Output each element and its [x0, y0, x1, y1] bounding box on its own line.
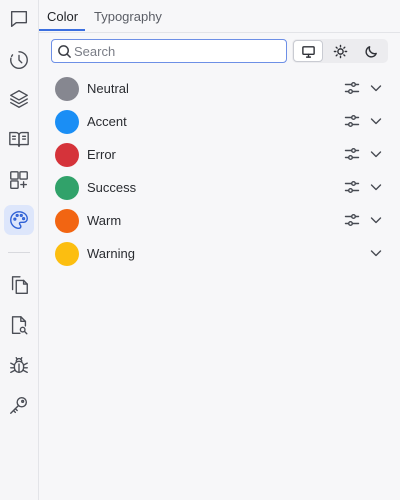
mode-dark-button[interactable] — [356, 40, 386, 62]
color-settings-button[interactable] — [344, 113, 360, 129]
color-swatch — [55, 242, 79, 266]
main-panel: Color Typography Search Neutral Accent E… — [39, 0, 400, 500]
sliders-icon — [344, 115, 360, 127]
color-row-warm[interactable]: Warm — [39, 204, 400, 237]
sidebar-item-history[interactable] — [4, 45, 34, 75]
color-row-success[interactable]: Success — [39, 171, 400, 204]
monitor-icon — [301, 45, 315, 58]
color-label: Success — [87, 180, 137, 195]
file-search-icon — [11, 316, 28, 335]
tab-color[interactable]: Color — [47, 9, 78, 25]
color-settings-button[interactable] — [344, 212, 360, 228]
color-row-neutral[interactable]: Neutral — [39, 72, 400, 105]
sidebar-item-layers[interactable] — [4, 84, 34, 114]
chevron-down-icon — [370, 118, 382, 125]
sidebar-item-file-search[interactable] — [4, 310, 34, 340]
book-icon — [9, 131, 29, 148]
add-widget-icon — [10, 171, 28, 189]
chevron-down-icon — [370, 217, 382, 224]
color-label: Warm — [87, 213, 122, 228]
color-swatch — [55, 209, 79, 233]
expand-button[interactable] — [368, 212, 384, 228]
sidebar-divider — [8, 252, 30, 253]
color-mode-toggle — [292, 39, 388, 63]
mode-light-button[interactable] — [325, 40, 355, 62]
palette-icon — [10, 211, 28, 229]
app-window: Color Typography Search Neutral Accent E… — [0, 0, 400, 500]
search-input[interactable] — [74, 41, 279, 61]
color-label: Warning — [87, 246, 135, 261]
color-settings-button[interactable] — [344, 80, 360, 96]
expand-button[interactable] — [368, 245, 384, 261]
search-field[interactable] — [51, 39, 287, 63]
sidebar-item-palette[interactable] — [4, 205, 34, 235]
chevron-down-icon — [370, 184, 382, 191]
sliders-icon — [344, 181, 360, 193]
expand-button[interactable] — [368, 113, 384, 129]
sidebar-item-chat[interactable] — [4, 4, 34, 34]
color-settings-button[interactable] — [344, 146, 360, 162]
tab-bar: Color Typography — [39, 0, 400, 33]
key-icon — [10, 396, 28, 414]
color-row-accent[interactable]: Accent — [39, 105, 400, 138]
search-icon — [58, 45, 71, 58]
color-label: Accent — [87, 114, 127, 129]
expand-button[interactable] — [368, 179, 384, 195]
chat-icon — [10, 10, 28, 28]
sidebar-item-add-widget[interactable] — [4, 165, 34, 195]
chevron-down-icon — [370, 151, 382, 158]
color-swatch — [55, 77, 79, 101]
chevron-down-icon — [370, 250, 382, 257]
layers-icon — [10, 90, 28, 108]
sliders-icon — [344, 148, 360, 160]
copy-icon — [11, 276, 28, 294]
chevron-down-icon — [370, 85, 382, 92]
color-swatch — [55, 110, 79, 134]
mode-system-button[interactable] — [293, 40, 323, 62]
sidebar-rail — [0, 0, 39, 500]
sidebar-item-debug[interactable] — [4, 350, 34, 380]
color-label: Neutral — [87, 81, 129, 96]
bug-icon — [10, 356, 28, 374]
tab-typography[interactable]: Typography — [94, 9, 162, 25]
color-row-error[interactable]: Error — [39, 138, 400, 171]
sun-icon — [333, 44, 347, 58]
active-tab-indicator — [39, 29, 85, 31]
sidebar-item-docs[interactable] — [4, 124, 34, 154]
sliders-icon — [344, 82, 360, 94]
color-swatch — [55, 176, 79, 200]
expand-button[interactable] — [368, 146, 384, 162]
sidebar-item-key[interactable] — [4, 390, 34, 420]
sidebar-item-copy[interactable] — [4, 270, 34, 300]
moon-icon — [364, 45, 377, 58]
color-row-warning[interactable]: Warning — [39, 237, 400, 270]
color-settings-button[interactable] — [344, 179, 360, 195]
sliders-icon — [344, 214, 360, 226]
expand-button[interactable] — [368, 80, 384, 96]
color-swatch — [55, 143, 79, 167]
color-label: Error — [87, 147, 116, 162]
history-icon — [10, 51, 28, 69]
